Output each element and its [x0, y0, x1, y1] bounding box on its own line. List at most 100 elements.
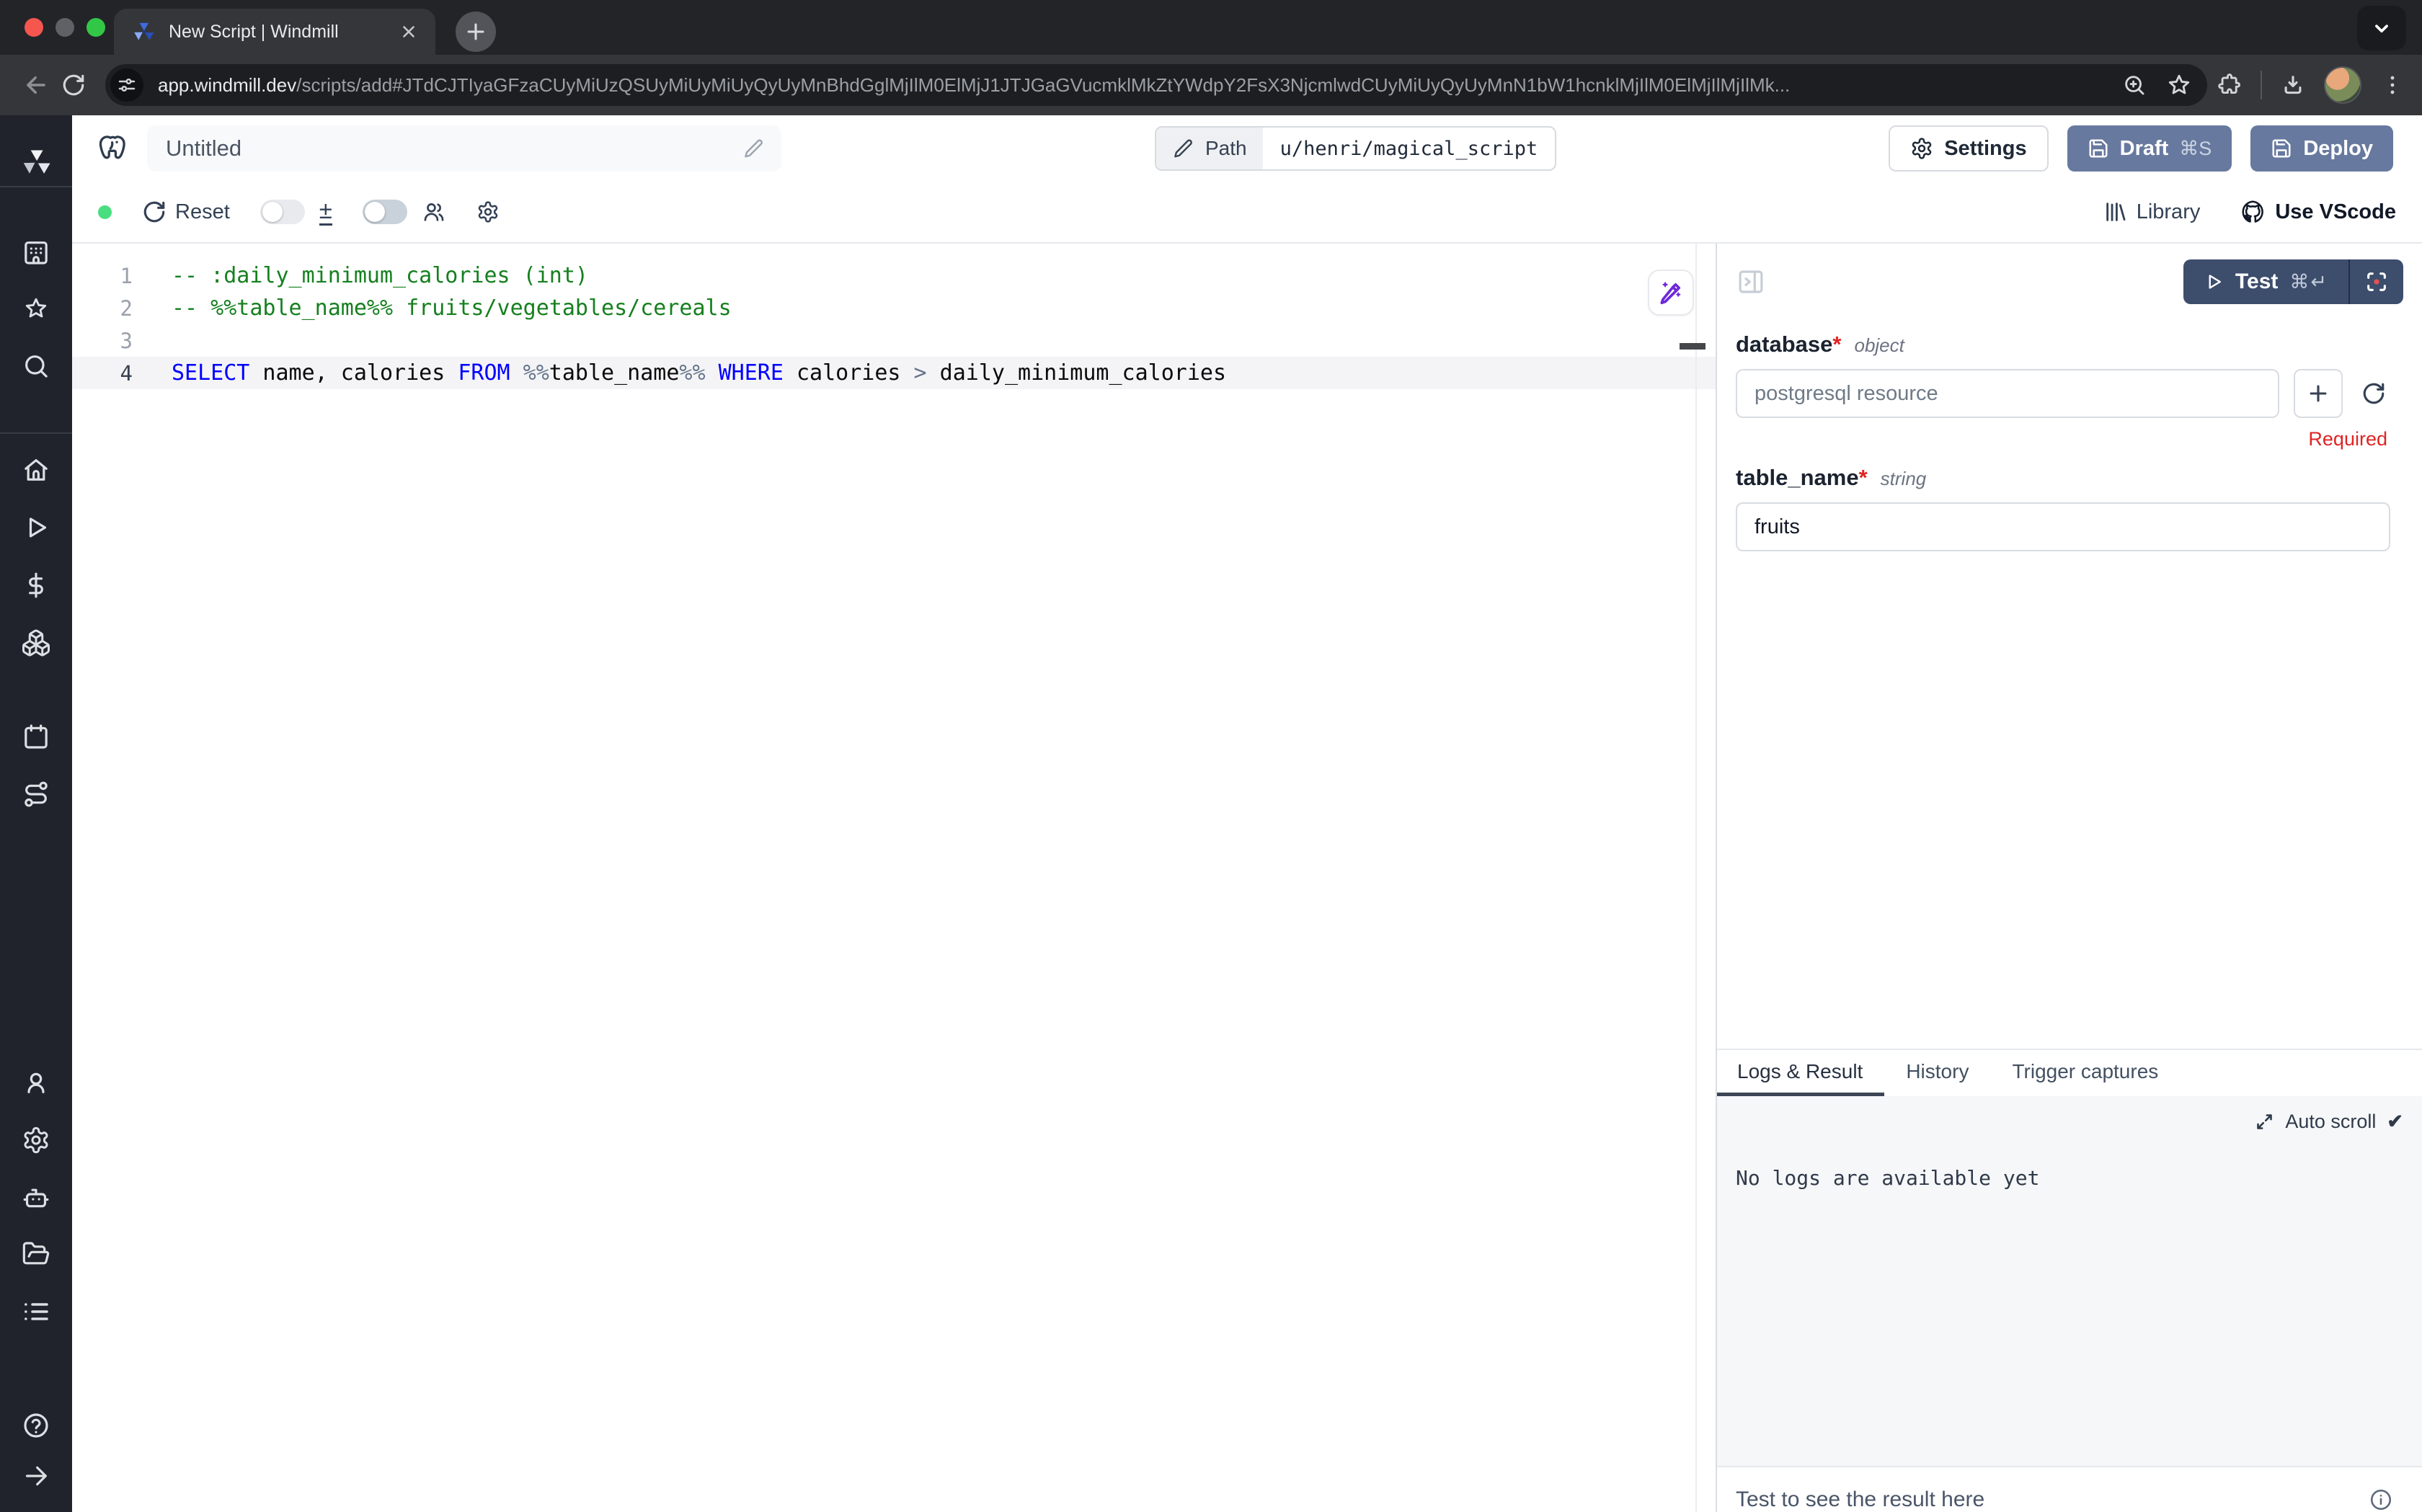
sidebar-search-icon[interactable]: [19, 349, 53, 383]
sidebar-folder-open-icon[interactable]: [19, 1237, 53, 1271]
editor-toolbar: Reset ± Library: [72, 182, 2422, 244]
code-line-3[interactable]: 3: [72, 324, 1716, 357]
test-shortcut: ⌘↵: [2289, 271, 2328, 293]
code-line-1[interactable]: 1-- :daily_minimum_calories (int): [72, 259, 1716, 292]
script-header: Path u/henri/magical_script Settings Dra…: [72, 115, 2422, 182]
logs-area: Auto scroll ✔ No logs are available yet: [1717, 1096, 2422, 1467]
autoscroll-control[interactable]: Auto scroll ✔: [1736, 1111, 2403, 1133]
collab-toggle-group: [363, 200, 446, 224]
field-label-table-name: table_name* string: [1736, 465, 2390, 491]
deploy-button[interactable]: Deploy: [2250, 125, 2393, 172]
path-value: u/henri/magical_script: [1263, 128, 1556, 169]
tab-history[interactable]: History: [1884, 1050, 1990, 1096]
path-chip[interactable]: Path u/henri/magical_script: [1155, 126, 1556, 171]
sidebar-boxes-icon[interactable]: [19, 626, 53, 660]
reset-button[interactable]: Reset: [142, 200, 230, 224]
code-editor[interactable]: 1-- :daily_minimum_calories (int)2-- %%t…: [72, 244, 1716, 1512]
menu-kebab-icon[interactable]: [2380, 73, 2405, 97]
bookmark-star-icon[interactable]: [2167, 73, 2191, 97]
editor-overview-ruler: [1695, 244, 1697, 1512]
ai-assistant-button[interactable]: [1648, 270, 1694, 316]
new-tab-button[interactable]: [456, 12, 496, 52]
library-icon: [2103, 200, 2128, 224]
refresh-resources-icon[interactable]: [2357, 381, 2390, 406]
tab-trigger-captures[interactable]: Trigger captures: [1990, 1050, 2180, 1096]
back-button[interactable]: [17, 71, 55, 99]
close-window-button[interactable]: [25, 18, 43, 37]
sidebar-arrow-right-icon[interactable]: [19, 1459, 53, 1493]
arguments-form: database* object Required table_name* st…: [1717, 320, 2422, 551]
logs-empty-message: No logs are available yet: [1736, 1166, 2403, 1190]
sidebar-route-icon[interactable]: [19, 777, 53, 811]
site-settings-icon[interactable]: [110, 68, 143, 102]
info-icon[interactable]: [2369, 1487, 2393, 1512]
line-number: 3: [72, 329, 151, 353]
play-icon: [2204, 272, 2224, 292]
sidebar-divider: [0, 186, 72, 187]
sidebar-list-icon[interactable]: [19, 1294, 53, 1329]
browser-tab[interactable]: New Script | Windmill: [114, 9, 435, 55]
required-note: Required: [1736, 428, 2387, 450]
diff-toggle[interactable]: [260, 200, 305, 224]
database-resource-input[interactable]: [1736, 369, 2279, 418]
editor-settings-gear-icon[interactable]: [476, 200, 500, 223]
sidebar-home-icon[interactable]: [19, 453, 53, 487]
draft-shortcut: ⌘S: [2179, 138, 2212, 160]
diff-icon: ±: [319, 198, 332, 226]
windmill-app: Path u/henri/magical_script Settings Dra…: [0, 115, 2422, 1512]
path-label: Path: [1205, 137, 1247, 160]
settings-button[interactable]: Settings: [1889, 125, 2048, 172]
extensions-icon[interactable]: [2217, 73, 2242, 97]
collapse-panel-icon[interactable]: [1736, 267, 1766, 297]
use-vscode-button[interactable]: Use VScode: [2240, 199, 2396, 225]
browser-toolbar: app.windmill.dev/scripts/add#JTdCJTIyaGF…: [0, 55, 2422, 115]
profile-avatar[interactable]: [2324, 66, 2361, 104]
collab-toggle[interactable]: [363, 200, 407, 224]
maximize-window-button[interactable]: [86, 18, 105, 37]
edit-title-pencil-icon[interactable]: [742, 138, 764, 159]
sidebar-plus-icon[interactable]: [19, 833, 53, 868]
sidebar-settings-icon[interactable]: [19, 1123, 53, 1157]
sidebar-divider: [0, 432, 72, 434]
required-asterisk: *: [1859, 465, 1868, 490]
sidebar-help-icon[interactable]: [19, 1408, 53, 1443]
result-placeholder-row: Test to see the result here: [1717, 1467, 2422, 1512]
reload-button[interactable]: [55, 73, 92, 97]
tab-title: New Script | Windmill: [169, 22, 386, 43]
tab-search-button[interactable]: [2357, 6, 2406, 50]
save-icon: [2088, 138, 2109, 159]
test-row: Test ⌘↵: [1717, 244, 2422, 320]
overview-cursor-marker: [1680, 343, 1705, 350]
line-number: 4: [72, 361, 151, 386]
sidebar-bot-icon[interactable]: [19, 1180, 53, 1215]
app-main: Path u/henri/magical_script Settings Dra…: [72, 115, 2422, 1512]
expand-logs-icon[interactable]: [2255, 1112, 2274, 1131]
sidebar-play-icon[interactable]: [19, 510, 53, 545]
tab-logs-result[interactable]: Logs & Result: [1717, 1050, 1884, 1096]
downloads-icon[interactable]: [2281, 73, 2305, 97]
sidebar-calendar-icon[interactable]: [19, 719, 53, 754]
code-line-4[interactable]: 4SELECT name, calories FROM %%table_name…: [72, 357, 1716, 389]
sidebar-star-icon[interactable]: [19, 291, 53, 326]
zoom-icon[interactable]: [2122, 73, 2147, 97]
minimize-window-button[interactable]: [56, 18, 74, 37]
script-title-input[interactable]: [164, 135, 742, 162]
address-bar[interactable]: app.windmill.dev/scripts/add#JTdCJTIyaGF…: [105, 64, 2207, 106]
edit-path-pencil-icon: [1172, 138, 1194, 159]
sidebar-user-icon[interactable]: [19, 1065, 53, 1100]
script-title-box[interactable]: [147, 125, 781, 172]
test-button[interactable]: Test ⌘↵: [2183, 259, 2348, 304]
sidebar-dollar-icon[interactable]: [19, 568, 53, 602]
required-asterisk: *: [1832, 332, 1841, 357]
add-resource-button[interactable]: [2294, 369, 2343, 418]
draft-button[interactable]: Draft ⌘S: [2067, 125, 2232, 172]
sidebar-workspace-icon[interactable]: [19, 235, 53, 270]
library-button[interactable]: Library: [2103, 200, 2201, 224]
close-tab-icon[interactable]: [399, 22, 418, 41]
sidebar-windmill-logo: [19, 145, 53, 179]
capture-test-button[interactable]: [2350, 259, 2403, 304]
url-text[interactable]: app.windmill.dev/scripts/add#JTdCJTIyaGF…: [158, 74, 2111, 97]
code-line-2[interactable]: 2-- %%table_name%% fruits/vegetables/cer…: [72, 292, 1716, 324]
status-dot: [98, 205, 112, 219]
table-name-input[interactable]: [1736, 502, 2390, 551]
